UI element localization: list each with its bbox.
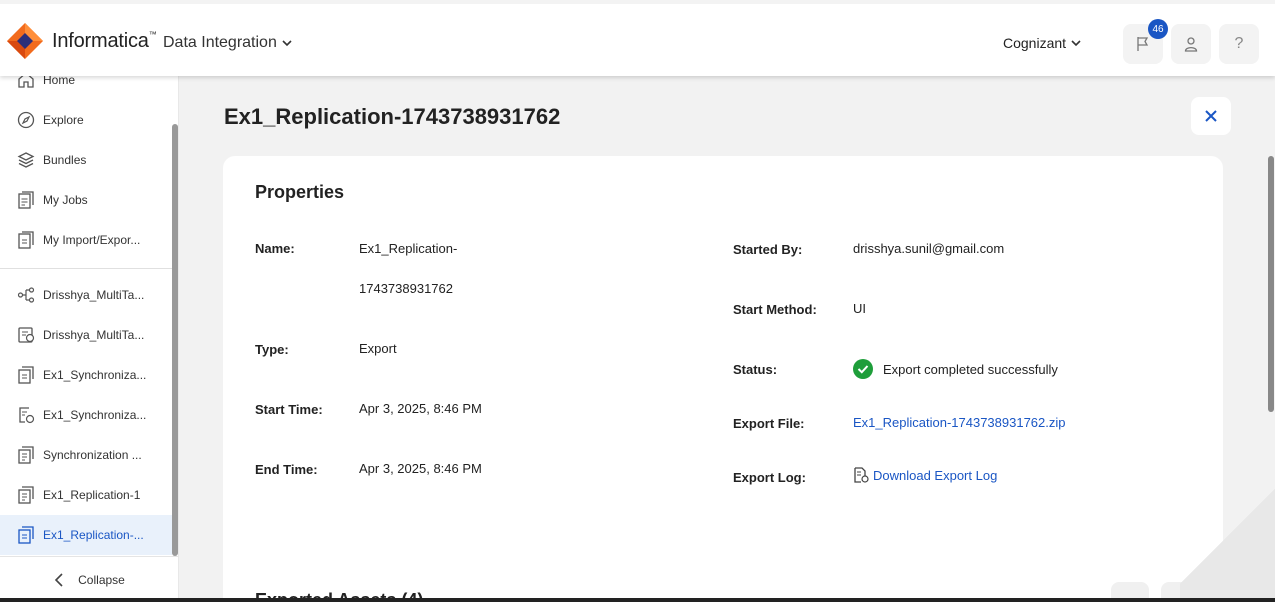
- compass-icon: [16, 110, 36, 130]
- import-export-icon: [16, 230, 36, 250]
- status-value: Export completed successfully: [853, 359, 1058, 379]
- org-switcher[interactable]: Cognizant: [1003, 35, 1082, 51]
- recent-item[interactable]: Drisshya_MultiTa...: [0, 275, 172, 315]
- main-content: Ex1_Replication-1743738931762 Properties…: [179, 76, 1275, 602]
- informatica-logo[interactable]: [7, 23, 43, 59]
- help-button[interactable]: ?: [1219, 24, 1259, 64]
- jobs-icon: [16, 190, 36, 210]
- recent-item[interactable]: Ex1_Synchroniza...: [0, 355, 172, 395]
- start-time-label: Start Time:: [255, 402, 323, 417]
- section-title: Properties: [255, 182, 345, 202]
- background-decoration: [1180, 470, 1275, 602]
- sidebar-item-label: Explore: [43, 113, 84, 127]
- copy-icon: [16, 525, 36, 545]
- user-icon: [1184, 37, 1198, 52]
- page-title: Ex1_Replication-1743738931762: [224, 104, 561, 129]
- top-header: Informatica™ Data Integration Cognizant …: [0, 0, 1275, 76]
- name-value-line2: 1743738931762: [359, 281, 453, 296]
- sidebar-item-my-jobs[interactable]: My Jobs: [0, 180, 172, 220]
- user-profile-button[interactable]: [1171, 24, 1211, 64]
- recent-item-label: Drisshya_MultiTa...: [43, 288, 145, 302]
- sidebar-item-label: My Jobs: [43, 193, 88, 207]
- collapse-label: Collapse: [78, 572, 125, 587]
- recent-item[interactable]: Ex1_Synchroniza...: [0, 395, 172, 435]
- start-time-value: Apr 3, 2025, 8:46 PM: [359, 401, 482, 416]
- sync-task-icon: [16, 405, 36, 425]
- name-label: Name:: [255, 241, 295, 256]
- brand-name: Informatica™: [52, 30, 157, 52]
- recent-item[interactable]: Drisshya_MultiTa...: [0, 315, 172, 355]
- chevron-down-icon: [1071, 40, 1081, 47]
- export-log-label: Export Log:: [733, 470, 806, 485]
- type-label: Type:: [255, 342, 289, 357]
- copy-icon: [16, 365, 36, 385]
- recent-item[interactable]: Ex1_Replication-1: [0, 475, 172, 515]
- recent-item-label: Synchronization ...: [43, 448, 142, 462]
- sidebar-divider: [0, 268, 172, 269]
- started-by-value: drisshya.sunil@gmail.com: [853, 241, 1005, 256]
- document-icon: [16, 445, 36, 465]
- chevron-left-icon: [55, 572, 63, 587]
- end-time-label: End Time:: [255, 462, 318, 477]
- task-icon: [16, 325, 36, 345]
- recent-item-label: Ex1_Replication-1: [43, 488, 141, 502]
- sidebar-item-label: My Import/Expor...: [43, 233, 141, 247]
- end-time-value: Apr 3, 2025, 8:46 PM: [359, 461, 482, 476]
- close-button[interactable]: [1191, 97, 1231, 135]
- flag-icon: [1137, 37, 1149, 51]
- status-text: Export completed successfully: [883, 361, 1058, 377]
- check-circle-icon: [853, 359, 873, 379]
- recent-item-label: Drisshya_MultiTa...: [43, 328, 145, 342]
- recent-item[interactable]: Synchronization ...: [0, 435, 172, 475]
- document-icon: [16, 485, 36, 505]
- sidebar-item-label: Bundles: [43, 153, 87, 167]
- log-file-icon: [854, 467, 869, 483]
- name-value-line1: Ex1_Replication-: [359, 241, 458, 256]
- sidebar-item-explore[interactable]: Explore: [0, 100, 172, 140]
- app-name-label: Data Integration: [163, 34, 277, 51]
- sidebar-item-bundles[interactable]: Bundles: [0, 140, 172, 180]
- start-method-value: UI: [853, 301, 866, 316]
- app-switcher[interactable]: Data Integration: [163, 34, 293, 52]
- properties-card: Properties Name: Ex1_Replication- 174373…: [223, 156, 1223, 602]
- status-label: Status:: [733, 362, 778, 377]
- started-by-label: Started By:: [733, 242, 803, 257]
- bottom-edge: [0, 598, 1275, 602]
- sidebar-scrollbar[interactable]: [172, 124, 178, 556]
- recent-item-label: Ex1_Synchroniza...: [43, 368, 147, 382]
- close-icon: [1205, 110, 1217, 122]
- export-file-link[interactable]: Ex1_Replication-1743738931762.zip: [853, 415, 1066, 430]
- start-method-label: Start Method:: [733, 302, 817, 317]
- download-export-log-label: Download Export Log: [873, 467, 998, 483]
- org-name-label: Cognizant: [1003, 35, 1067, 51]
- help-icon: ?: [1234, 35, 1244, 52]
- left-sidebar: Home Explore Bundles My Jobs My Import/E…: [0, 72, 179, 602]
- recent-item-label: Ex1_Replication-...: [43, 528, 144, 542]
- chevron-down-icon: [282, 40, 292, 47]
- collapse-button[interactable]: Collapse: [0, 556, 179, 602]
- recent-item-active[interactable]: Ex1_Replication-...: [0, 515, 172, 555]
- main-scrollbar[interactable]: [1268, 156, 1274, 412]
- download-export-log-link[interactable]: Download Export Log: [853, 467, 997, 483]
- mapping-icon: [16, 285, 36, 305]
- export-file-label: Export File:: [733, 416, 805, 431]
- sidebar-item-my-import-export[interactable]: My Import/Expor...: [0, 220, 172, 260]
- type-value: Export: [359, 341, 397, 356]
- bundle-icon: [16, 150, 36, 170]
- recent-item-label: Ex1_Synchroniza...: [43, 408, 147, 422]
- notification-badge: 46: [1148, 19, 1168, 39]
- notifications-button[interactable]: 46: [1123, 19, 1168, 64]
